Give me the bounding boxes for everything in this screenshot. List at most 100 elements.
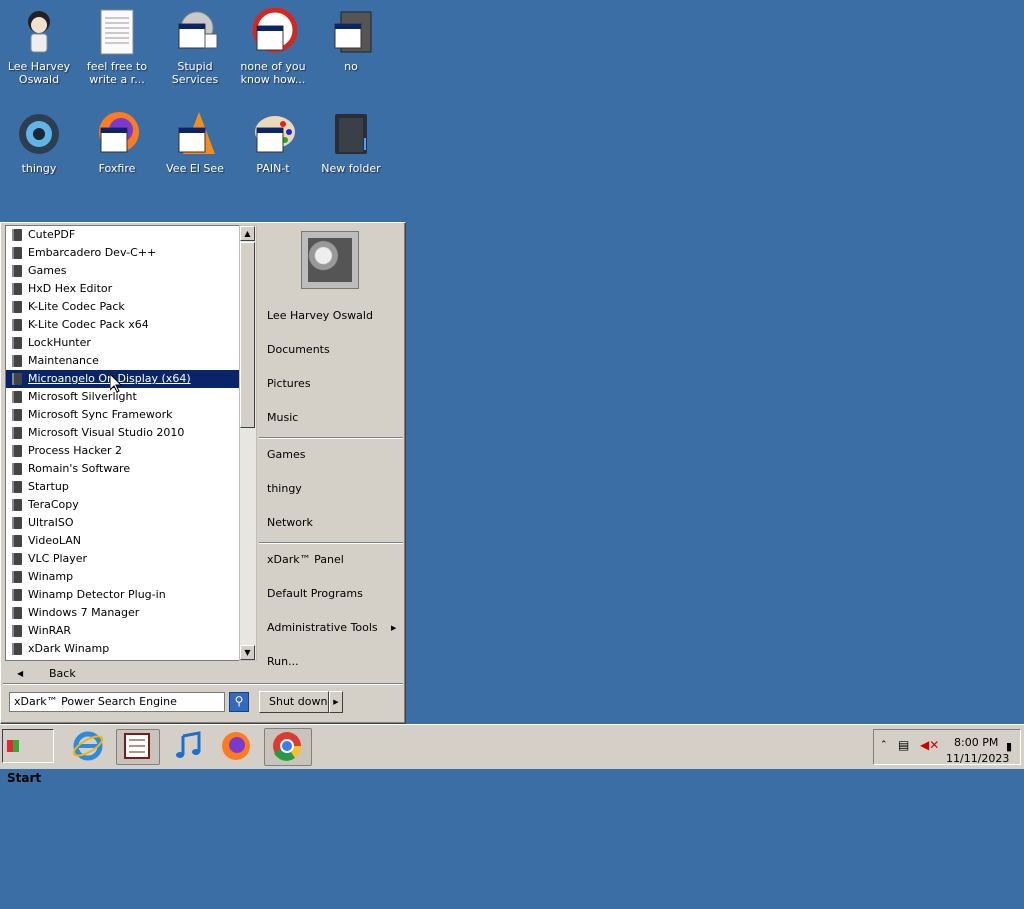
- shutdown-options-button[interactable]: ▶: [329, 691, 343, 713]
- program-folder-icon: [12, 463, 22, 475]
- chrome-taskbar-button[interactable]: [264, 728, 312, 766]
- start-item-administrative-tools[interactable]: Administrative Tools: [267, 617, 378, 639]
- program-item-label: K-Lite Codec Pack: [28, 300, 125, 313]
- desktop-icon-feel-free[interactable]: feel free to write a r...: [78, 8, 156, 86]
- program-item[interactable]: CutePDF: [6, 226, 240, 244]
- start-item-default-programs[interactable]: Default Programs: [267, 583, 363, 605]
- shutdown-button[interactable]: Shut down: [259, 691, 329, 713]
- start-item-panel[interactable]: xDark™ Panel: [267, 549, 344, 571]
- scroll-thumb[interactable]: [240, 242, 255, 428]
- chrome-icon: [273, 732, 302, 761]
- volume-muted-icon[interactable]: ◀✕: [920, 738, 939, 752]
- start-item-documents[interactable]: Documents: [267, 339, 330, 361]
- program-item-label: Winamp: [28, 570, 74, 583]
- program-item[interactable]: Microsoft Visual Studio 2010: [6, 424, 240, 442]
- chevron-right-icon: ▶: [333, 698, 339, 706]
- clock-date[interactable]: 11/11/2023: [946, 752, 1009, 765]
- program-item-label: Embarcadero Dev-C++: [28, 246, 157, 259]
- desktop-icon-lee-harvey-oswald[interactable]: Lee Harvey Oswald: [0, 8, 78, 86]
- start-item-network[interactable]: Network: [267, 512, 313, 534]
- programs-list[interactable]: CutePDF Embarcadero Dev-C++ Games HxD Hex E…: [5, 225, 241, 661]
- program-item[interactable]: Windows 7 Manager: [6, 604, 240, 622]
- music-note-icon[interactable]: [172, 730, 204, 762]
- program-item[interactable]: Microsoft Silverlight: [6, 388, 240, 406]
- windows-flag-icon: [7, 740, 19, 752]
- program-item[interactable]: TeraCopy: [6, 496, 240, 514]
- start-item-user[interactable]: Lee Harvey Oswald: [267, 305, 373, 327]
- desktop-icon-vee-el-see[interactable]: Vee El See: [156, 110, 234, 175]
- clock-time[interactable]: 8:00 PM: [954, 736, 998, 749]
- show-desktop-icon[interactable]: ▮: [1006, 740, 1012, 753]
- program-folder-icon: [12, 445, 22, 457]
- desktop-icon-no[interactable]: no: [312, 8, 390, 73]
- program-item[interactable]: Process Hacker 2: [6, 442, 240, 460]
- start-item-thingy[interactable]: thingy: [267, 478, 302, 500]
- program-item[interactable]: Embarcadero Dev-C++: [6, 244, 240, 262]
- start-button[interactable]: Start: [2, 729, 54, 785]
- desktop-icon-label: Foxfire: [98, 162, 136, 175]
- program-item[interactable]: VLC Player: [6, 550, 240, 568]
- desktop-icon-none-of-you[interactable]: none of you know how...: [234, 7, 312, 86]
- program-item[interactable]: xDark Winamp: [6, 640, 240, 658]
- start-item-pictures[interactable]: Pictures: [267, 373, 311, 395]
- program-item-label: HxD Hex Editor: [28, 282, 113, 295]
- program-item[interactable]: VideoLAN: [6, 532, 240, 550]
- program-folder-icon: [12, 283, 22, 295]
- program-item-label: Microsoft Visual Studio 2010: [28, 426, 185, 439]
- desktop-icon-new-folder[interactable]: New folder: [312, 110, 390, 175]
- program-item-label: VLC Player: [28, 552, 88, 565]
- back-button[interactable]: ◀ Back: [5, 663, 255, 685]
- program-item-label: Winamp Detector Plug-in: [28, 588, 166, 601]
- scroll-down-button[interactable]: ▼: [240, 645, 255, 660]
- program-item[interactable]: HxD Hex Editor: [6, 280, 240, 298]
- program-item[interactable]: Romain's Software: [6, 460, 240, 478]
- program-item-label: Romain's Software: [28, 462, 131, 475]
- program-item[interactable]: Microangelo On Display (x64): [6, 370, 240, 388]
- desktop-icon-pain-t[interactable]: PAIN-t: [234, 110, 312, 175]
- scroll-up-button[interactable]: ▲: [240, 226, 255, 241]
- start-item-games[interactable]: Games: [267, 444, 305, 466]
- program-folder-icon: [12, 319, 22, 331]
- media-app-icon[interactable]: [116, 729, 160, 765]
- program-folder-icon: [12, 229, 22, 241]
- program-item-label: Process Hacker 2: [28, 444, 123, 457]
- user-picture[interactable]: [301, 231, 359, 289]
- program-item[interactable]: UltraISO: [6, 514, 240, 532]
- network-icon[interactable]: ▤: [898, 738, 909, 752]
- program-item[interactable]: WinRAR: [6, 622, 240, 640]
- desktop-icon-foxfire[interactable]: Foxfire: [78, 110, 156, 175]
- program-item[interactable]: Winamp: [6, 568, 240, 586]
- firefox-icon[interactable]: [220, 730, 252, 762]
- all-programs-pane: CutePDF Embarcadero Dev-C++ Games HxD Hex E…: [3, 225, 257, 909]
- program-item-label: Startup: [28, 480, 69, 493]
- desktop-icon-thingy[interactable]: thingy: [0, 110, 78, 175]
- program-item[interactable]: LockHunter: [6, 334, 240, 352]
- program-item-label: Games: [28, 264, 67, 277]
- internet-explorer-icon[interactable]: [72, 730, 104, 762]
- programs-scrollbar[interactable]: ▲ ▼: [239, 225, 257, 661]
- chevron-up-icon[interactable]: ⌃: [880, 740, 888, 750]
- program-folder-icon: [12, 553, 22, 565]
- desktop-icon-stupid-services[interactable]: Stupid Services: [156, 8, 234, 86]
- program-item[interactable]: K-Lite Codec Pack x64: [6, 316, 240, 334]
- program-item-label: Microsoft Sync Framework: [28, 408, 173, 421]
- search-input[interactable]: xDark™ Power Search Engine: [9, 692, 225, 712]
- program-item-label: Maintenance: [28, 354, 99, 367]
- bottom-divider: [3, 683, 403, 685]
- program-item-label: Windows 7 Manager: [28, 606, 140, 619]
- start-item-run[interactable]: Run...: [267, 651, 299, 673]
- program-folder-icon: [12, 301, 22, 313]
- program-item[interactable]: Startup: [6, 478, 240, 496]
- firefox-icon: [93, 110, 141, 158]
- program-item-label: UltraISO: [28, 516, 74, 529]
- program-item[interactable]: Microsoft Sync Framework: [6, 406, 240, 424]
- red-ring-app-icon: [249, 7, 298, 56]
- program-item[interactable]: Winamp Detector Plug-in: [6, 586, 240, 604]
- start-item-music[interactable]: Music: [267, 407, 298, 429]
- search-button[interactable]: ⚲: [229, 692, 249, 712]
- program-item[interactable]: Games: [6, 262, 240, 280]
- start-label: Start: [7, 771, 42, 785]
- program-item[interactable]: Maintenance: [6, 352, 240, 370]
- program-item[interactable]: K-Lite Codec Pack: [6, 298, 240, 316]
- program-folder-icon: [12, 409, 22, 421]
